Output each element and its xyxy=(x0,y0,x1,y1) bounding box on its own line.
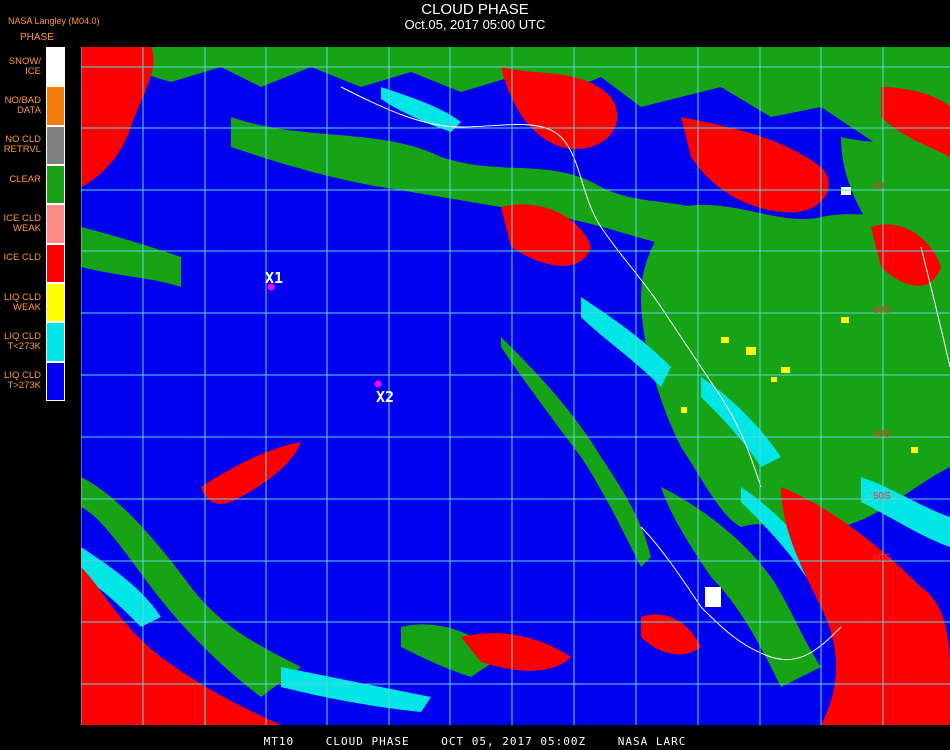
legend-label-3: CLEAR xyxy=(9,173,41,185)
legend-swatch-6 xyxy=(46,283,65,323)
legend-swatch-8 xyxy=(46,361,65,401)
page-title: CLOUD PHASE xyxy=(421,1,529,18)
legend-label-4: ICE CLD WEAK xyxy=(3,213,41,234)
footer-date: OCT 05, 2017 05:00Z xyxy=(441,735,587,748)
liq-weak-region-1 xyxy=(721,337,729,343)
footer-bar: MT10 CLOUD PHASE OCT 05, 2017 05:00Z NAS… xyxy=(0,735,950,748)
legend-label-0: SNOW/ ICE xyxy=(8,55,41,77)
liq-weak-region-6 xyxy=(911,447,918,453)
legend-swatch-7 xyxy=(46,322,65,362)
lat-label-3: 50S xyxy=(873,491,891,502)
liq-weak-region-4 xyxy=(771,377,777,382)
legend-label-5: ICE CLD xyxy=(3,252,41,264)
liq-weak-region-2 xyxy=(746,347,756,355)
map-svg: 10 30S 40S 50S 60S X1 X2 xyxy=(81,47,950,725)
liq-weak-region-3 xyxy=(781,367,790,373)
marker-x2-dot xyxy=(374,380,382,388)
legend-swatch-3 xyxy=(46,165,65,205)
footer-product: CLOUD PHASE xyxy=(325,735,410,748)
marker-x1-label: X1 xyxy=(265,269,283,287)
legend-swatch-0 xyxy=(46,47,65,87)
snow-region-1 xyxy=(705,587,721,607)
page-subtitle: Oct.05, 2017 05:00 UTC xyxy=(404,17,546,32)
legend-label-2: NO CLD RETRVL xyxy=(3,134,41,156)
snow-region-2 xyxy=(841,187,851,195)
legend-swatch-2 xyxy=(46,125,65,165)
legend-swatch-4 xyxy=(46,204,65,244)
cloud-phase-map[interactable]: 10 30S 40S 50S 60S X1 X2 xyxy=(81,47,950,725)
legend-label-6: LIQ CLD WEAK xyxy=(4,291,41,313)
legend-label-1: NO/BAD DATA xyxy=(4,95,41,116)
footer-source: NASA LARC xyxy=(617,735,687,748)
liq-weak-region-5 xyxy=(841,317,849,323)
lat-label-0: 10 xyxy=(873,181,885,192)
legend-title: PHASE xyxy=(20,32,54,43)
legend-label-8: LIQ CLD T>273K xyxy=(4,370,41,392)
lat-label-1: 30S xyxy=(873,305,891,316)
marker-x2-label: X2 xyxy=(376,388,394,406)
footer-sensor: MT10 xyxy=(263,735,295,748)
legend-swatch-1 xyxy=(46,86,65,126)
lat-label-2: 40S xyxy=(873,429,891,440)
legend-swatch-5 xyxy=(46,243,65,283)
liq-weak-region-7 xyxy=(681,407,687,413)
lat-label-4: 60S xyxy=(873,553,891,564)
product-label: NASA Langley (M04.0) xyxy=(8,16,100,26)
legend-label-7: LIQ CLD T<273K xyxy=(4,331,41,352)
